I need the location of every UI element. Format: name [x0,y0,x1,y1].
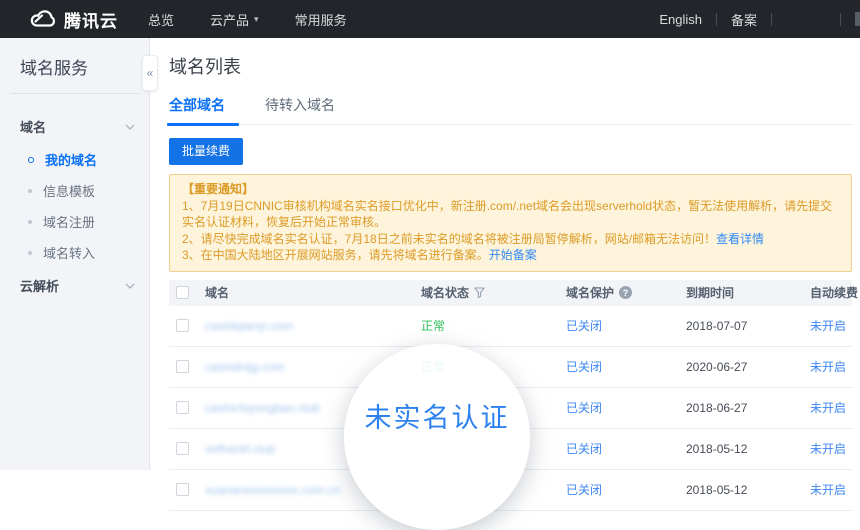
bullet-icon [28,251,32,255]
column-header-域名状态: 域名状态 [421,284,566,301]
sidebar-menu: 域名我的域名信息模板域名注册域名转入云解析 [0,109,149,303]
column-header-到期时间: 到期时间 [686,284,810,301]
nav-language[interactable]: English [659,12,702,27]
expire-date: 2018-07-07 [686,319,810,333]
domain-status: 正常 [421,317,566,334]
row-checkbox[interactable] [176,360,189,373]
sidebar-section-云解析[interactable]: 云解析 [0,268,149,303]
sidebar-item-我的域名[interactable]: 我的域名 [0,144,149,175]
row-checkbox[interactable] [176,483,189,496]
bullet-icon [28,220,32,224]
chevron-down-icon [125,124,135,130]
expire-date: 2018-06-27 [686,401,810,415]
column-header-域名: 域名 [205,284,421,301]
auto-renew-link[interactable]: 未开启 [810,358,852,375]
nav-item-总览[interactable]: 总览 [148,10,174,29]
table-row: cashliqianyi.com正常已关闭2018-07-07未开启 [169,306,852,347]
sidebar-item-label: 域名转入 [43,243,95,262]
notice-title: 【重要通知】 [182,181,839,198]
notice-text: 2、请尽快完成域名实名认证，7月18日之前未实名的域名将被注册局暂停解析，网站/… [182,232,716,246]
sidebar-collapse-button[interactable]: « [142,55,158,91]
column-header-label: 域名保护 [566,284,614,301]
sidebar-item-label: 信息模板 [43,181,95,200]
sidebar-section-label: 云解析 [20,276,59,295]
nav-beian[interactable]: 备案 [731,10,757,29]
row-checkbox[interactable] [176,401,189,414]
protection-link[interactable]: 已关闭 [566,481,686,498]
table-header: 域名域名状态域名保护?到期时间自动续费 [169,280,852,306]
row-checkbox[interactable] [176,442,189,455]
nav-item-云产品[interactable]: 云产品▾ [210,10,259,29]
notice-lines: 1、7月19日CNNIC审核机构域名实名接口优化中，新注册.com/.net域名… [182,198,839,264]
column-header-label: 域名状态 [421,284,469,301]
notice-text: 1、7月19日CNNIC审核机构域名实名接口优化中，新注册.com/.net域名… [182,199,832,230]
notice-link-查看详情[interactable]: 查看详情 [716,232,764,246]
caret-down-icon: ▾ [254,15,259,24]
tab-全部域名[interactable]: 全部域名 [169,95,225,124]
nav-item-常用服务[interactable]: 常用服务 [295,10,347,29]
realname-watermark: 未实名认证 [344,344,530,530]
notice-line-1: 1、7月19日CNNIC审核机构域名实名接口优化中，新注册.com/.net域名… [182,198,839,231]
protection-link[interactable]: 已关闭 [566,399,686,416]
sidebar-section-label: 域名 [20,117,46,136]
notice-line-2: 2、请尽快完成域名实名认证，7月18日之前未实名的域名将被注册局暂停解析，网站/… [182,231,839,248]
masked-account-area [786,13,826,25]
sidebar-item-label: 我的域名 [45,150,97,169]
column-header-域名保护: 域名保护? [566,284,686,301]
notice-line-3: 3、在中国大陆地区开展网站服务，请先将域名进行备案。开始备案 [182,247,839,264]
auto-renew-link[interactable]: 未开启 [810,317,852,334]
nav-divider [716,13,717,26]
top-navbar: 腾讯云 总览 云产品▾ 常用服务 English 备案 [0,0,860,38]
sidebar-item-域名注册[interactable]: 域名注册 [0,206,149,237]
protection-link[interactable]: 已关闭 [566,440,686,457]
auto-renew-link[interactable]: 未开启 [810,440,852,457]
notice-text: 3、在中国大陆地区开展网站服务，请先将域名进行备案。 [182,248,489,262]
bullet-icon [28,189,32,193]
page-title: 域名列表 [169,53,852,79]
column-header-自动续费: 自动续费 [810,284,858,301]
select-all-checkbox[interactable] [176,286,189,299]
help-icon[interactable]: ? [619,286,632,299]
bullet-icon [28,157,34,163]
primary-nav: 总览 云产品▾ 常用服务 [148,10,347,29]
row-checkbox[interactable] [176,319,189,332]
sidebar-title: 域名服务 [0,38,149,79]
protection-link[interactable]: 已关闭 [566,317,686,334]
expire-date: 2020-06-27 [686,360,810,374]
auto-renew-link[interactable]: 未开启 [810,481,852,498]
nav-divider [840,13,841,26]
notice-link-开始备案[interactable]: 开始备案 [489,248,537,262]
expire-date: 2018-05-12 [686,483,810,497]
nav-divider [771,13,772,26]
tab-bar: 全部域名 待转入域名 [169,95,852,125]
sidebar-item-域名转入[interactable]: 域名转入 [0,237,149,268]
tab-待转入域名[interactable]: 待转入域名 [265,95,335,124]
column-header-label: 到期时间 [686,284,734,301]
bulk-renew-button[interactable]: 批量续费 [169,138,243,165]
domain-name-blurred[interactable]: cashliqianyi.com [205,319,421,333]
collapse-icon: « [147,66,154,80]
cropped-nav-icon [855,12,860,26]
sidebar: 域名服务 域名我的域名信息模板域名注册域名转入云解析 [0,38,150,470]
sidebar-divider [10,93,141,94]
filter-icon[interactable] [474,287,485,298]
column-header-label: 自动续费 [810,284,858,301]
sidebar-item-label: 域名注册 [43,212,95,231]
tencent-cloud-logo-icon [30,9,57,29]
sidebar-section-域名[interactable]: 域名 [0,109,149,144]
expire-date: 2018-05-12 [686,442,810,456]
sidebar-item-信息模板[interactable]: 信息模板 [0,175,149,206]
auto-renew-link[interactable]: 未开启 [810,399,852,416]
nav-right: English 备案 [659,10,860,29]
column-header-label: 域名 [205,284,229,301]
brand-logo[interactable]: 腾讯云 [30,7,118,32]
important-notice: 【重要通知】 1、7月19日CNNIC审核机构域名实名接口优化中，新注册.com… [169,174,852,272]
watermark-text: 未实名认证 [365,396,510,520]
brand-name: 腾讯云 [64,7,118,32]
chevron-down-icon [125,283,135,289]
protection-link[interactable]: 已关闭 [566,358,686,375]
